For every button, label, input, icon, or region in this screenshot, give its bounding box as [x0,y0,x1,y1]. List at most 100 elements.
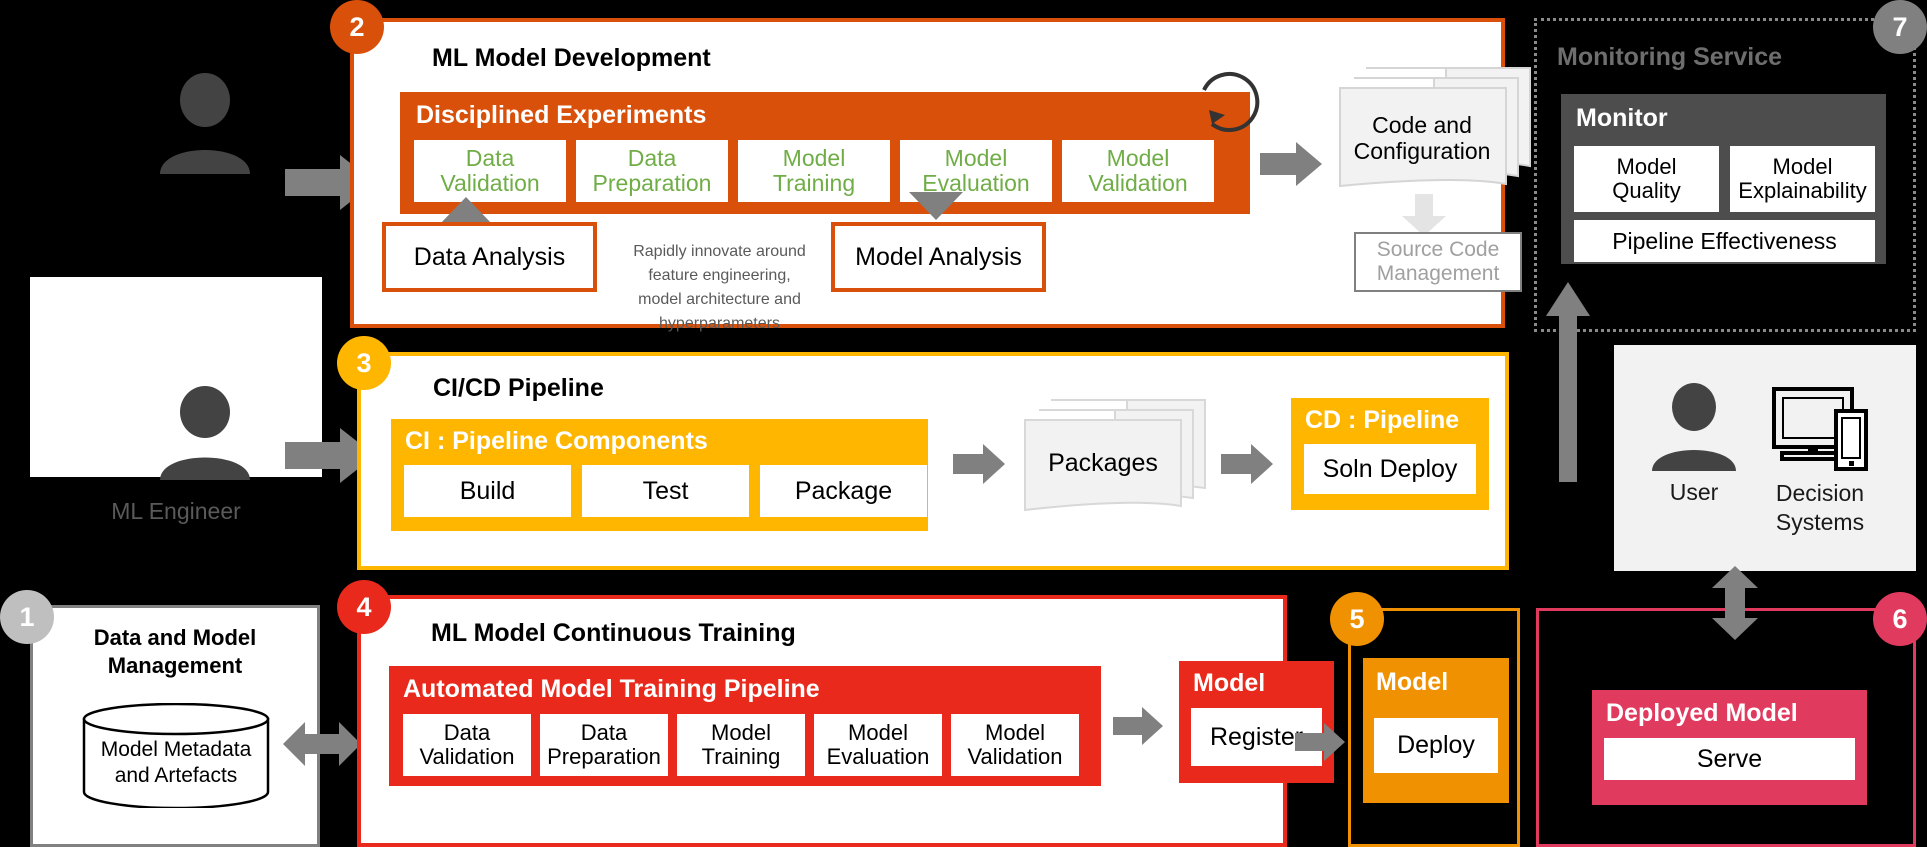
training-step[interactable]: Model Validation [951,714,1079,776]
arrow-metadata-bidirectional [283,722,361,771]
badge-4: 4 [337,580,391,634]
deployed-model-step[interactable]: Serve [1604,738,1855,780]
badge-1-number: 1 [19,601,35,632]
deployed-model-label: Serve [1696,744,1763,773]
step-line1: Data [627,145,677,172]
experiment-step[interactable]: Model Training [738,140,890,202]
cylinder-line1: Model Metadata [100,738,252,761]
innovation-note-line2: model architecture and hyperparameters [638,291,801,332]
step-line2: Training [701,744,781,769]
step-line1: Model [1106,145,1170,172]
step-line1: Model [985,720,1045,746]
loop-arrow-icon [1184,60,1269,150]
automated-training-pipeline-panel: Automated Model Training Pipeline Data V… [389,666,1101,786]
monitor-item-model-explainability[interactable]: Model Explainability [1730,146,1875,212]
innovation-note-line1: Rapidly innovate around feature engineer… [633,243,806,284]
step-line2: Training [772,170,856,196]
decision-line2: Systems [1775,508,1865,535]
monitor-item-model-quality[interactable]: Model Quality [1574,146,1719,212]
arrow-register-to-deploy [1295,723,1345,766]
training-step[interactable]: Model Evaluation [814,714,942,776]
step-line1: Data [443,720,491,746]
cd-pipeline-panel: CD : Pipeline Soln Deploy [1291,398,1489,510]
section3-title: CI/CD Pipeline [433,374,604,402]
arrow-serving-bidirectional [1712,566,1758,645]
ci-step-label: Build [459,476,516,505]
model-deploy-label: Deploy [1397,731,1475,760]
step-line2: Preparation [592,170,712,196]
step-line1: Data [580,720,628,746]
section-ml-model-development: ML Model Development Disciplined Experim… [350,18,1531,332]
training-steps-row: Data Validation Data Preparation Model T… [403,714,1079,776]
training-step[interactable]: Model Training [677,714,805,776]
monitor-item-line1: Model [1616,154,1677,180]
section4-title: ML Model Continuous Training [431,619,796,647]
person-icon [160,386,250,480]
person-icon [160,73,250,174]
arrow-training-to-model [1113,707,1163,750]
step-line2: Validation [1088,170,1188,196]
step-line1: Model [782,145,846,172]
code-and-configuration-label: Code and Configuration [1334,112,1510,165]
packages-stack: Packages [1021,396,1209,516]
decision-systems-icon [1770,385,1870,480]
section1-title: Data and Model Management [33,624,317,679]
pipeline-effectiveness-label: Pipeline Effectiveness [1612,227,1837,254]
ci-step-test[interactable]: Test [582,465,749,517]
step-line1: Model [944,145,1008,172]
source-code-management-box[interactable]: Source Code Management [1354,232,1522,292]
ci-pipeline-header: CI : Pipeline Components [405,427,708,455]
scm-line2: Management [1376,262,1500,285]
step-line2: Validation [419,744,515,769]
model-deploy-step[interactable]: Deploy [1374,718,1498,773]
ci-step-label: Package [794,476,893,505]
training-step[interactable]: Data Preparation [540,714,668,776]
cd-step-soln-deploy[interactable]: Soln Deploy [1304,444,1476,494]
monitor-header: Monitor [1576,104,1668,132]
decision-line1: Decision [1775,480,1865,506]
ci-pipeline-components-panel: CI : Pipeline Components Build Test Pack… [391,419,928,531]
badge-7: 7 [1873,0,1927,54]
section-continuous-training: ML Model Continuous Training Automated M… [357,595,1334,847]
model-analysis-label: Model Analysis [855,242,1022,271]
data-analysis-box[interactable]: Data Analysis [382,222,597,292]
model-deploy-panel: Model Deploy [1363,658,1509,803]
section1-title-line2: Management [107,652,243,678]
data-scientist-actor [150,70,260,180]
step-line2: Validation [967,744,1063,769]
experiment-steps-row: Data Validation Data Preparation Model T… [414,140,1214,202]
cd-pipeline-header: CD : Pipeline [1305,406,1460,434]
deployed-model-panel: Deployed Model Serve [1592,690,1867,805]
badge-1: 1 [0,590,54,644]
model-metadata-cylinder[interactable]: Model Metadata and Artefacts [81,702,271,810]
experiment-step[interactable]: Data Preparation [576,140,728,202]
model-analysis-box[interactable]: Model Analysis [831,222,1046,292]
disciplined-experiments-header: Disciplined Experiments [416,101,707,129]
monitor-item-line2: Quality [1612,178,1681,203]
badge-5: 5 [1330,592,1384,646]
monitor-item-line2: Explainability [1738,178,1867,203]
packages-label: Packages [1048,449,1158,477]
ci-step-package[interactable]: Package [760,465,927,517]
cylinder-line2: and Artefacts [114,764,238,788]
consumers-panel: User Decision Systems [1614,345,1916,571]
scm-line1: Source Code [1376,237,1500,261]
model-register-header: Model [1193,669,1266,697]
badge-3-number: 3 [356,347,372,378]
badge-3: 3 [337,336,391,390]
step-line1: Data [465,145,515,172]
step-line1: Model [711,720,771,746]
arrow-packages-to-cd [1221,444,1273,489]
monitor-item-pipeline-effectiveness[interactable]: Pipeline Effectiveness [1574,220,1875,262]
training-step[interactable]: Data Validation [403,714,531,776]
arrow-to-code-config [1260,142,1322,191]
decision-systems-label: Decision Systems [1754,479,1886,537]
deployed-model-header: Deployed Model [1606,699,1798,727]
ci-step-label: Test [642,476,689,505]
experiment-step[interactable]: Data Validation [414,140,566,202]
ci-steps-row: Build Test Package [404,465,927,517]
disciplined-experiments-panel: Disciplined Experiments Data Validation … [400,92,1250,214]
arrow-ci-to-packages [953,444,1005,489]
cylinder-label: Model Metadata and Artefacts [81,737,271,790]
ci-step-build[interactable]: Build [404,465,571,517]
